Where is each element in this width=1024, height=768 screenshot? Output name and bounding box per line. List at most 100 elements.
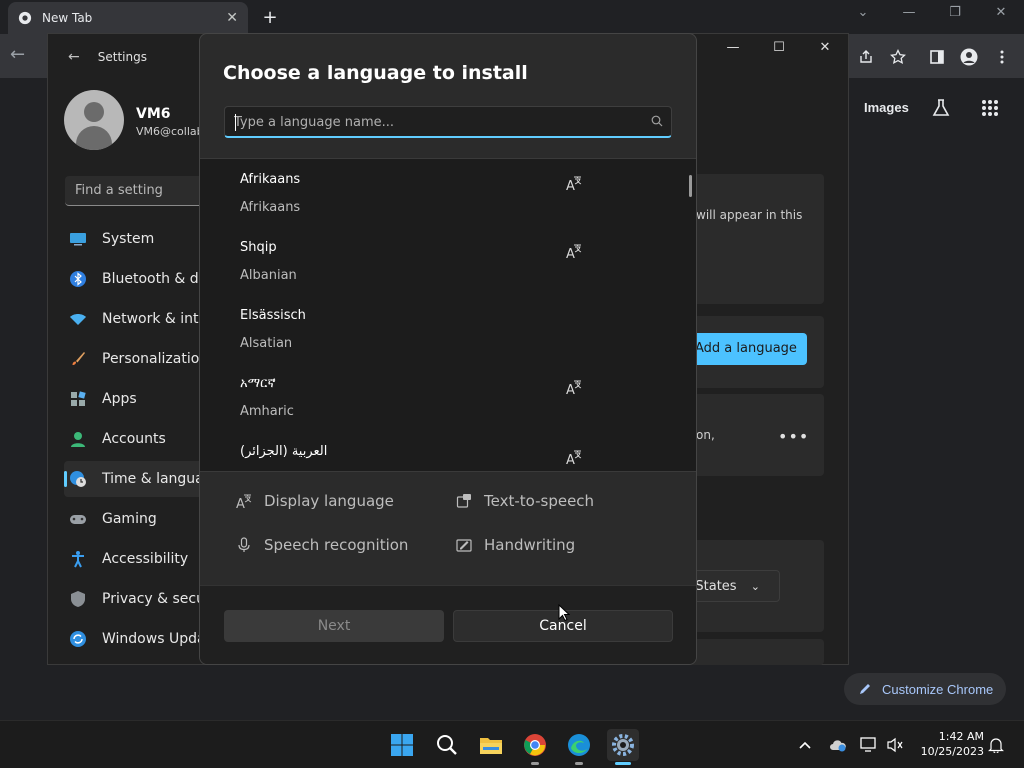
settings-header: ← Settings (68, 49, 147, 65)
side-panel-icon[interactable] (926, 46, 948, 68)
brush-icon (68, 349, 88, 369)
minimize-icon[interactable]: — (894, 5, 924, 20)
sidebar-item-network[interactable]: Network & internet (68, 301, 208, 337)
dialog-title: Choose a language to install (223, 62, 528, 84)
settings-taskbar-button[interactable] (607, 729, 639, 765)
volume-muted-icon[interactable] (886, 736, 904, 754)
customize-chrome-button[interactable]: Customize Chrome (844, 673, 1006, 705)
onedrive-cloud-icon[interactable] (829, 736, 847, 754)
sidebar-item-label: Network & internet (102, 311, 208, 327)
next-button[interactable]: Next (224, 610, 444, 642)
chrome-tab-new-tab[interactable]: New Tab ✕ (8, 2, 248, 34)
sidebar-item-label: Accessibility (102, 551, 189, 567)
chrome-tab-title: New Tab (42, 11, 93, 25)
settings-title: Settings (97, 50, 147, 64)
labs-flask-icon[interactable] (930, 97, 952, 119)
sidebar-item-accessibility[interactable]: Accessibility (68, 541, 208, 577)
clock-time: 1:42 AM (938, 730, 984, 743)
mouse-pointer-icon (558, 604, 570, 622)
share-icon[interactable] (855, 46, 877, 68)
sidebar-item-gaming[interactable]: Gaming (68, 501, 208, 537)
chrome-tab-strip: New Tab ✕ + ⌄ — ❐ ✕ (0, 0, 1024, 34)
content-card (678, 639, 824, 665)
sidebar-item-personalization[interactable]: Personalization (68, 341, 208, 377)
sidebar-item-label: Time & language (102, 471, 204, 487)
wifi-icon (68, 309, 88, 329)
legend-label: Handwriting (484, 536, 576, 554)
chrome-menu-icon[interactable] (991, 46, 1013, 68)
restore-icon[interactable]: ❐ (940, 5, 970, 20)
sidebar-item-label: Accounts (102, 431, 166, 447)
sidebar-item-label: Windows Update (102, 631, 208, 647)
sidebar-item-privacy[interactable]: Privacy & security (68, 581, 208, 617)
microphone-icon (238, 537, 250, 552)
display-language-icon: A (566, 176, 582, 191)
search-icon (437, 735, 457, 755)
show-hidden-icons-chevron-icon[interactable] (796, 736, 814, 754)
sidebar-item-accounts[interactable]: Accounts (68, 421, 208, 457)
windows-logo-icon (391, 734, 413, 756)
settings-minimize-icon[interactable]: — (718, 40, 748, 55)
tab-search-icon[interactable]: ⌄ (848, 5, 878, 20)
back-arrow-icon[interactable]: ← (10, 44, 25, 65)
display-language-icon: A (236, 494, 252, 509)
language-native-name: Afrikaans (240, 172, 301, 187)
bookmark-star-icon[interactable] (887, 46, 909, 68)
language-english-name: Afrikaans (240, 200, 301, 215)
sidebar-item-apps[interactable]: Apps (68, 381, 208, 417)
sidebar-item-label: Bluetooth & devices (102, 271, 208, 287)
chevron-down-icon: ⌄ (750, 580, 760, 593)
avatar[interactable] (64, 90, 124, 150)
accessibility-icon (68, 549, 88, 569)
add-a-language-button[interactable]: Add a language (691, 333, 807, 365)
more-options-icon[interactable]: ••• (778, 427, 809, 446)
close-window-icon[interactable]: ✕ (986, 5, 1016, 20)
svg-text:A: A (566, 383, 575, 395)
language-list[interactable]: Afrikaans Afrikaans A Shqip Albanian A E… (200, 158, 696, 472)
shield-icon (68, 589, 88, 609)
sidebar-item-label: Gaming (102, 511, 157, 527)
chrome-taskbar-button[interactable] (519, 729, 551, 765)
sidebar-item-label: Personalization (102, 351, 208, 367)
close-tab-icon[interactable]: ✕ (226, 10, 238, 26)
system-clock[interactable]: 1:42 AM 10/25/2023 (912, 729, 984, 759)
list-item[interactable]: Elsässisch Alsatian (200, 295, 690, 363)
language-native-name: አማርኛ (240, 376, 276, 391)
sidebar-item-system[interactable]: System (68, 221, 208, 257)
language-search-box[interactable] (224, 106, 672, 138)
list-item[interactable]: Afrikaans Afrikaans A (200, 159, 690, 227)
sidebar-item-bluetooth[interactable]: Bluetooth & devices (68, 261, 208, 297)
edge-icon (568, 734, 590, 756)
gear-icon (612, 734, 634, 756)
search-icon (651, 115, 663, 127)
list-item[interactable]: العربية (الجزائر) A (200, 431, 690, 471)
language-english-name: Alsatian (240, 336, 293, 351)
network-icon[interactable] (860, 736, 878, 754)
file-explorer-button[interactable] (475, 729, 507, 761)
new-tab-button[interactable]: + (258, 5, 282, 29)
images-link[interactable]: Images (864, 100, 909, 115)
sidebar-item-windows-update[interactable]: Windows Update (68, 621, 208, 657)
chrome-icon (524, 734, 546, 756)
list-scrollbar-thumb[interactable] (689, 175, 692, 197)
google-apps-grid-icon[interactable] (979, 97, 1001, 119)
notification-bell-icon[interactable] (987, 736, 1005, 754)
settings-back-icon[interactable]: ← (68, 49, 80, 65)
list-item[interactable]: አማርኛ Amharic A (200, 363, 690, 431)
legend-speech-recognition: Speech recognition (236, 536, 408, 554)
language-search-input[interactable] (234, 112, 634, 132)
edge-taskbar-button[interactable] (563, 729, 595, 765)
sidebar-item-time-language[interactable]: Time & language (64, 461, 204, 497)
bluetooth-icon (68, 269, 88, 289)
monitor-icon (68, 229, 88, 249)
settings-maximize-icon[interactable]: ☐ (764, 40, 794, 55)
globe-clock-icon (68, 469, 88, 489)
chrome-favicon-icon (18, 11, 32, 25)
start-button[interactable] (386, 729, 418, 761)
settings-close-icon[interactable]: ✕ (810, 40, 840, 55)
taskbar-search-button[interactable] (431, 729, 463, 761)
profile-icon[interactable] (958, 46, 980, 68)
list-item[interactable]: Shqip Albanian A (200, 227, 690, 295)
find-setting-input[interactable]: Find a setting (65, 176, 205, 206)
person-icon (68, 429, 88, 449)
